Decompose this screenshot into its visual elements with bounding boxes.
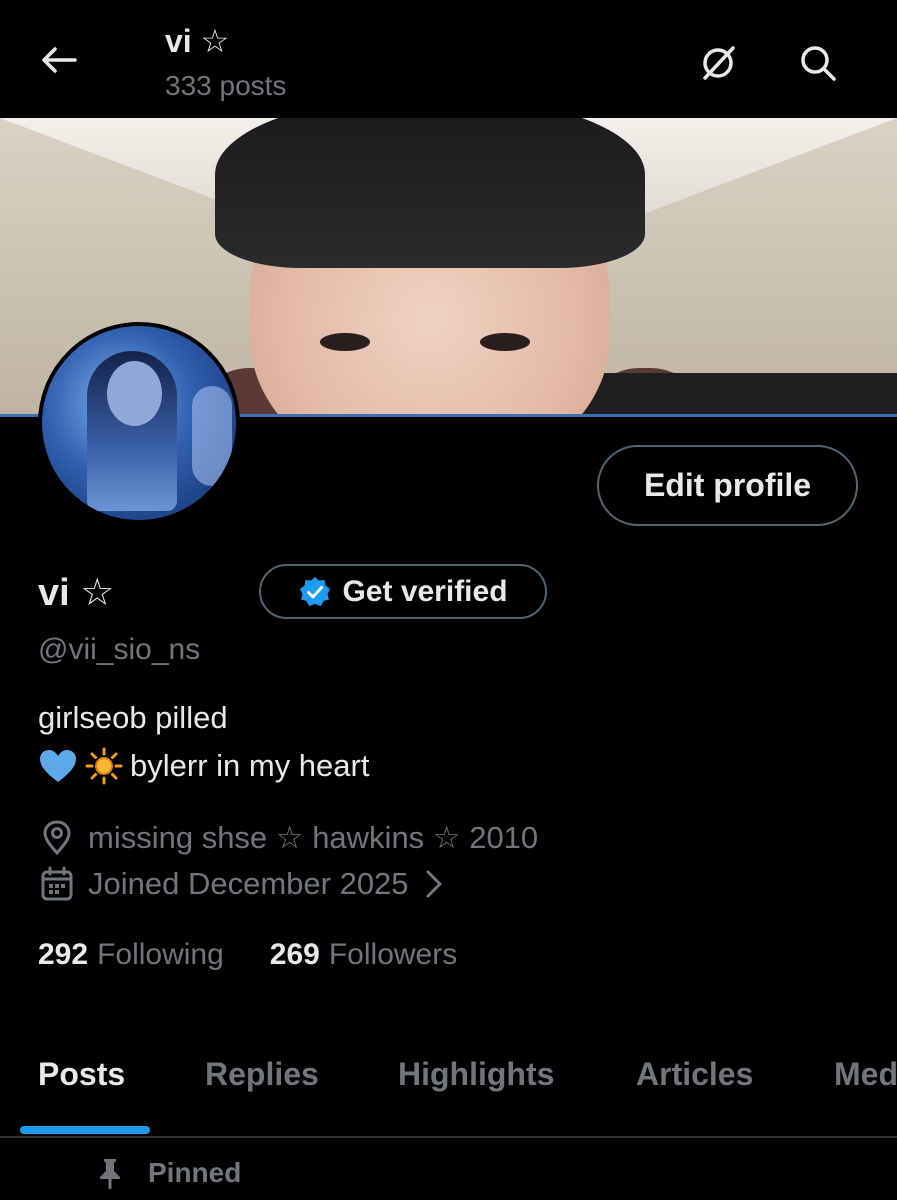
tab-media[interactable]: Med bbox=[834, 1056, 897, 1093]
get-verified-label: Get verified bbox=[342, 574, 508, 608]
tab-replies[interactable]: Replies bbox=[205, 1056, 319, 1093]
grok-icon bbox=[703, 46, 735, 80]
following-stat[interactable]: 292 Following bbox=[38, 938, 224, 972]
followers-label: Followers bbox=[328, 938, 458, 971]
display-name: vi ☆ bbox=[38, 572, 115, 614]
edit-profile-button[interactable]: Edit profile bbox=[597, 445, 858, 526]
pinned-label: Pinned bbox=[148, 1157, 242, 1188]
grok-button[interactable] bbox=[690, 38, 746, 88]
bio-line-2-text: bylerr in my heart bbox=[130, 748, 370, 783]
location-row: missing shse ☆ hawkins ☆ 2010 bbox=[40, 816, 538, 860]
followers-stat[interactable]: 269 Followers bbox=[270, 938, 457, 972]
top-bar: vi ☆ 333 posts bbox=[0, 0, 897, 118]
sun-icon bbox=[85, 747, 123, 785]
tab-articles[interactable]: Articles bbox=[636, 1056, 753, 1093]
calendar-icon bbox=[41, 866, 73, 901]
search-icon bbox=[801, 46, 836, 81]
tab-highlights[interactable]: Highlights bbox=[398, 1056, 554, 1093]
pin-icon bbox=[100, 1159, 120, 1189]
pinned-indicator: Pinned bbox=[96, 1153, 241, 1193]
search-button[interactable] bbox=[790, 38, 846, 88]
chevron-right-icon bbox=[426, 870, 442, 898]
verified-badge-icon bbox=[300, 576, 331, 606]
get-verified-button[interactable]: Get verified bbox=[259, 564, 547, 619]
joined-row[interactable]: Joined December 2025 bbox=[40, 862, 445, 906]
back-button[interactable] bbox=[36, 40, 82, 80]
header-post-count: 333 posts bbox=[165, 70, 287, 101]
bio-line-1: girlseob pilled bbox=[38, 700, 228, 735]
follow-stats: 292 Following 269 Followers bbox=[38, 933, 503, 977]
following-count: 292 bbox=[38, 938, 89, 971]
following-label: Following bbox=[97, 938, 224, 971]
joined-text: Joined December 2025 bbox=[88, 866, 409, 901]
blue-heart-icon bbox=[40, 750, 76, 782]
followers-count: 269 bbox=[269, 938, 320, 971]
arrow-left-icon bbox=[42, 47, 77, 73]
bio-line-2: bylerr in my heart bbox=[38, 746, 369, 786]
location-pin-icon bbox=[43, 820, 71, 856]
tab-posts[interactable]: Posts bbox=[38, 1056, 125, 1093]
user-handle: @vii_sio_ns bbox=[38, 633, 201, 666]
profile-tabs: Posts Replies Highlights Articles Med bbox=[0, 1046, 897, 1138]
location-text: missing shse ☆ hawkins ☆ 2010 bbox=[88, 820, 539, 855]
avatar[interactable] bbox=[38, 322, 240, 524]
active-tab-indicator bbox=[20, 1126, 150, 1134]
tabs-divider bbox=[0, 1136, 897, 1138]
header-title: vi ☆ bbox=[165, 23, 230, 59]
